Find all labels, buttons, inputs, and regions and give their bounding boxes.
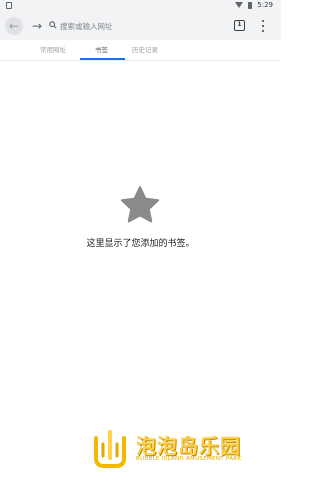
status-icons: 5:29 [235, 1, 273, 9]
back-arrow-icon: ← [8, 19, 20, 33]
empty-state-message: 这里显示了您添加的书签。 [86, 239, 195, 249]
active-tab-indicator [80, 58, 125, 60]
tab-bar: 常用网址 书签 历史记录 [0, 40, 281, 61]
battery-icon [248, 1, 253, 9]
more-menu-button[interactable] [258, 20, 268, 32]
watermark-logo: 泡泡岛乐园 BUBBLE ISLAND AMUSEMENT PARK [90, 428, 275, 472]
wifi-icon [235, 2, 244, 8]
watermark-title: 泡泡岛乐园 [136, 434, 241, 458]
status-time: 5:29 [257, 1, 273, 9]
status-bar: 5:29 [0, 0, 281, 12]
sim-card-icon [6, 2, 12, 9]
forward-arrow-icon: → [31, 19, 43, 33]
dot [262, 20, 264, 22]
back-button[interactable]: ← [5, 17, 23, 35]
tab-switcher-button[interactable]: 1 [234, 20, 245, 31]
search-icon [49, 21, 57, 29]
bubble-island-logo-icon [94, 430, 126, 468]
forward-button[interactable]: → [28, 17, 46, 35]
watermark-subtitle: BUBBLE ISLAND AMUSEMENT PARK [136, 456, 242, 462]
dot [262, 30, 264, 32]
browser-toolbar: ← → 1 [0, 12, 281, 40]
search-input[interactable] [60, 19, 220, 33]
tab-bookmarks[interactable]: 书签 [95, 44, 108, 54]
dot [262, 25, 264, 27]
tab-frequent-sites[interactable]: 常用网址 [40, 44, 66, 54]
star-icon [120, 186, 160, 223]
tab-history[interactable]: 历史记录 [132, 44, 158, 54]
